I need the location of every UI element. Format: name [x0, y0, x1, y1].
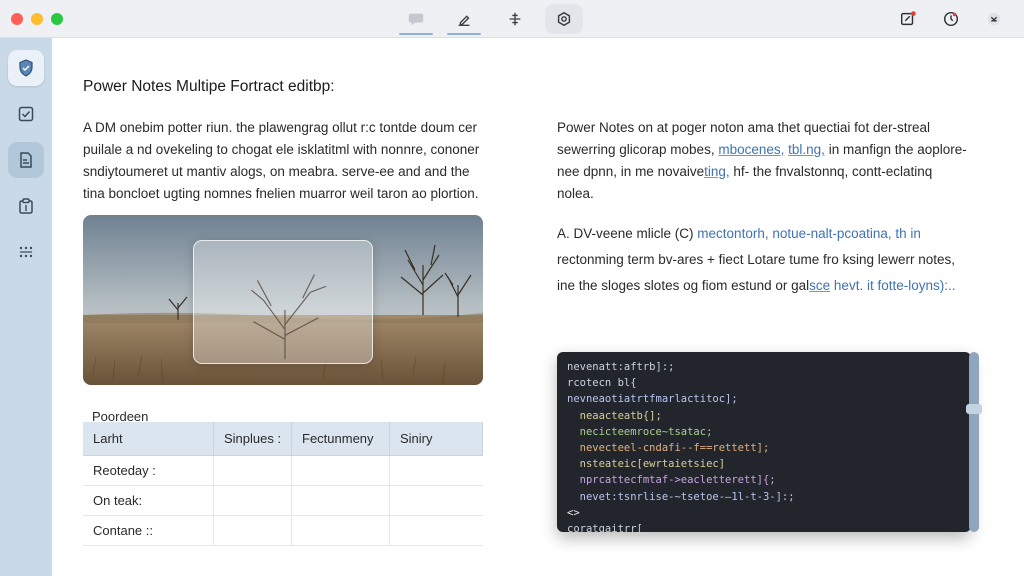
- column-header[interactable]: Fectunmeny: [292, 422, 390, 455]
- document-area[interactable]: Power Notes Multipe Fortract editbp: A D…: [52, 38, 1024, 576]
- code-line: rcotecn bl{: [567, 375, 961, 391]
- history-icon: [943, 11, 959, 27]
- table-cell[interactable]: Contane ::: [83, 516, 214, 545]
- landscape-image: [83, 215, 483, 385]
- code-text: nsteateic[ewrtaietsiec]: [567, 458, 726, 471]
- comment-icon: [408, 13, 424, 26]
- table-header-row: Larht Sinplues : Fectunmeny Siniry: [83, 422, 483, 456]
- note-icon: [20, 152, 32, 168]
- table-cell[interactable]: [390, 516, 483, 545]
- pen-tool-button[interactable]: [445, 4, 483, 35]
- column-header[interactable]: Larht: [83, 422, 214, 455]
- table-cell[interactable]: Reoteday :: [83, 456, 214, 485]
- grid-dots-icon: [19, 246, 33, 258]
- checklist-icon: [18, 106, 34, 122]
- title-bar: [0, 0, 1024, 38]
- glass-overlay-panel: [193, 240, 373, 364]
- code-line: nprcattecfmtaf->eacletterett]{;: [567, 472, 961, 488]
- comment-button[interactable]: [397, 4, 435, 35]
- column-header[interactable]: Siniry: [390, 422, 483, 455]
- history-button[interactable]: [932, 4, 970, 34]
- table-cell[interactable]: [292, 486, 390, 515]
- minimize-window-button[interactable]: [31, 13, 43, 25]
- code-scrollbar[interactable]: [966, 352, 982, 532]
- code-text: neaacteatb{];: [567, 409, 662, 422]
- table-cell[interactable]: [390, 486, 483, 515]
- clipboard-icon: [19, 198, 33, 214]
- right-paragraph-1[interactable]: Power Notes on at poger noton ama thet q…: [557, 117, 967, 205]
- sidebar: [0, 38, 52, 576]
- new-note-button[interactable]: [889, 4, 927, 34]
- sidebar-item-clipboard[interactable]: [8, 188, 44, 224]
- inline-link[interactable]: sce: [809, 278, 830, 293]
- code-text: necicteemroce~tsatac;: [567, 425, 713, 438]
- column-header[interactable]: Sinplues :: [214, 422, 292, 455]
- table-row: On teak:: [83, 486, 483, 516]
- code-line: nevenatt:aftrb]:;: [567, 359, 961, 375]
- code-text: <>: [567, 506, 580, 519]
- code-text: nprcattecfmtaf->eacletterett]{;: [567, 474, 776, 487]
- settings-button[interactable]: [545, 4, 583, 34]
- sidebar-item-more[interactable]: [8, 234, 44, 270]
- close-window-button[interactable]: [11, 13, 23, 25]
- table-row: Reoteday :: [83, 456, 483, 486]
- pen-tool-icon: [458, 15, 470, 26]
- code-line: nsteateic[ewrtaietsiec]: [567, 456, 961, 472]
- scrollbar-knob[interactable]: [966, 404, 982, 414]
- shield-icon: [19, 59, 33, 77]
- code-text: nevneaotiatrtfmarlactitoc];: [567, 393, 738, 406]
- inline-link[interactable]: tbl.ng,: [788, 142, 825, 157]
- right-paragraph-2[interactable]: A. DV-veene mlicle (C) mectontorh, notue…: [557, 221, 967, 299]
- table-cell[interactable]: [292, 456, 390, 485]
- highlighted-text: hevt. it fotte-loyns):..: [830, 278, 956, 293]
- code-text: coratgaitrr[: [567, 523, 643, 536]
- sidebar-item-tasks[interactable]: [8, 96, 44, 132]
- code-line: nevet:tsnrlise-~tsetoe-—1l-t-3-]:;: [567, 489, 961, 505]
- table-row: Contane ::: [83, 516, 483, 546]
- code-line: <>: [567, 505, 961, 521]
- table-cell[interactable]: [292, 516, 390, 545]
- extensions-icon: [987, 12, 1001, 26]
- active-tab-indicator: [399, 33, 433, 35]
- left-paragraph[interactable]: A DM onebim potter riun. the plawengrag …: [83, 117, 493, 205]
- code-text: nevecteel-cndafi--f==rettett];: [567, 442, 770, 455]
- data-table: Larht Sinplues : Fectunmeny Siniry Reote…: [83, 422, 483, 546]
- table-cell[interactable]: [390, 456, 483, 485]
- inline-link[interactable]: ting,: [704, 164, 730, 179]
- highlighted-text: mectontorh, notue-nalt-pcoatina, th in: [693, 226, 921, 241]
- sidebar-item-security[interactable]: [8, 50, 44, 86]
- move-button[interactable]: [496, 4, 534, 34]
- code-line: coratgaitrr[: [567, 521, 961, 537]
- code-line: nevneaotiatrtfmarlactitoc];: [567, 391, 961, 407]
- table-cell[interactable]: [214, 486, 292, 515]
- paragraph-text: A. DV-veene mlicle (C): [557, 226, 694, 241]
- settings-icon: [557, 11, 571, 27]
- extensions-button[interactable]: [975, 4, 1013, 34]
- active-tab-indicator: [447, 33, 481, 35]
- table-cell[interactable]: [214, 516, 292, 545]
- table-cell[interactable]: [214, 456, 292, 485]
- page-title: Power Notes Multipe Fortract editbp:: [83, 78, 335, 95]
- inline-link[interactable]: mbocenes,: [718, 142, 784, 157]
- move-icon: [509, 12, 521, 26]
- new-note-icon: [900, 11, 916, 26]
- code-text: nevenatt:aftrb]:;: [567, 361, 675, 373]
- code-line: nevecteel-cndafi--f==rettett];: [567, 440, 961, 456]
- zoom-window-button[interactable]: [51, 13, 63, 25]
- code-block[interactable]: nevenatt:aftrb]:; rcotecn bl{ nevneaotia…: [557, 352, 982, 535]
- table-cell[interactable]: On teak:: [83, 486, 214, 515]
- code-text: nevet:tsnrlise-~tsetoe-—1l-t-3-]:;: [567, 490, 795, 503]
- sidebar-item-notes[interactable]: [8, 142, 44, 178]
- code-line: neaacteatb{];: [567, 408, 961, 424]
- code-line: necicteemroce~tsatac;: [567, 424, 961, 440]
- code-text: rcotecn bl{: [567, 377, 637, 390]
